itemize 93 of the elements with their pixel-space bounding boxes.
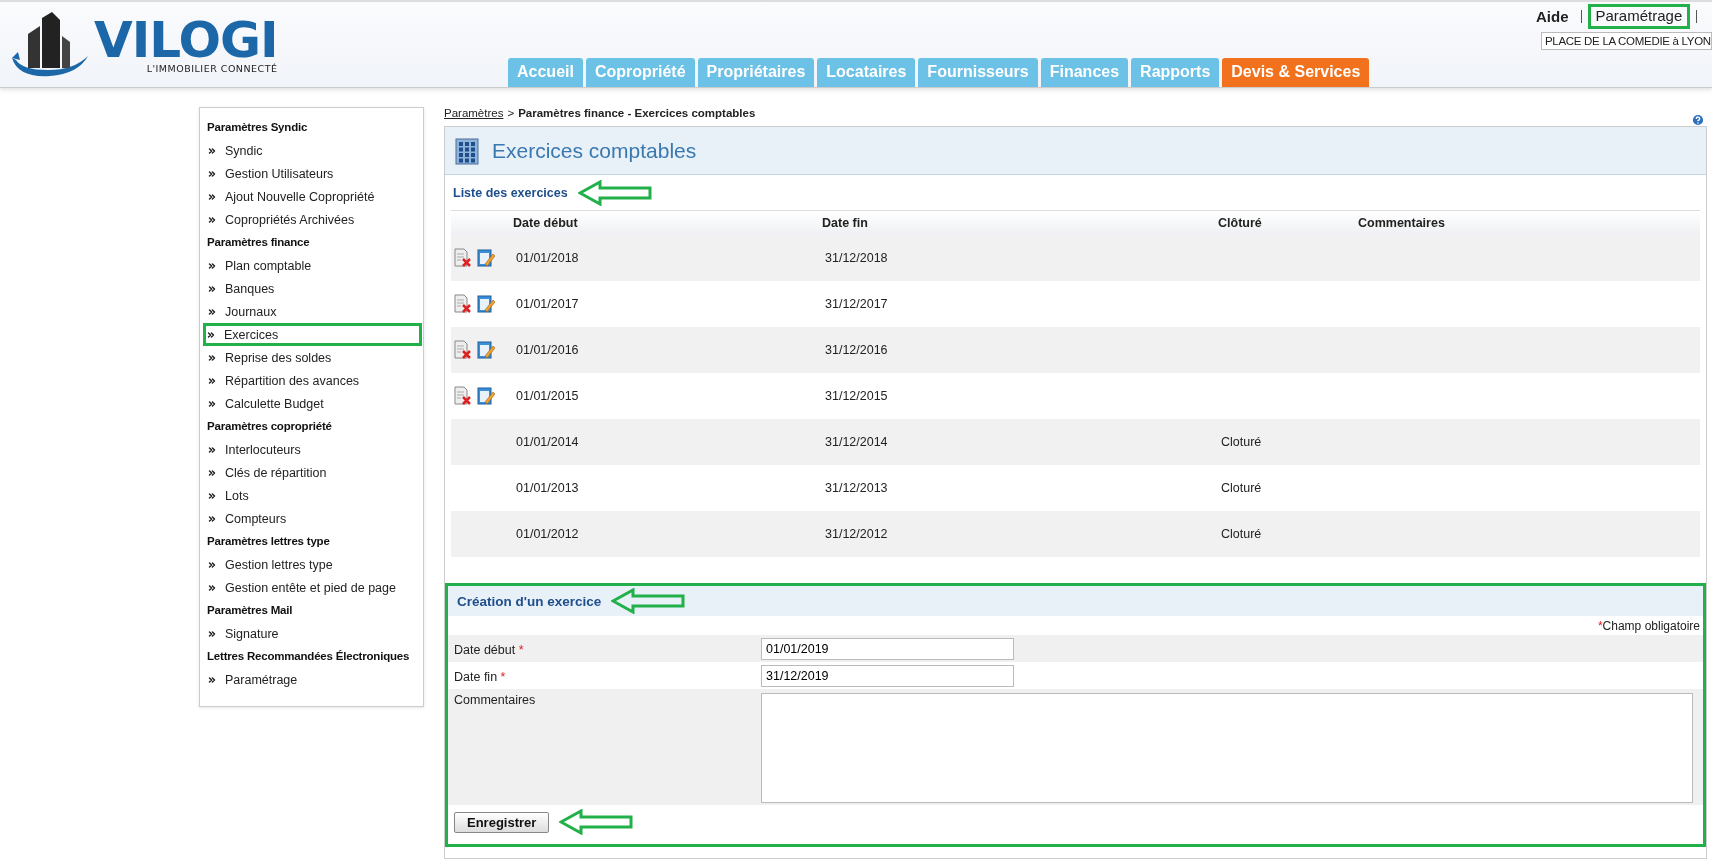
column-header: Commentaires xyxy=(1358,216,1446,230)
sidebar-item[interactable]: Banques xyxy=(205,277,420,300)
sidebar-heading: Lettres Recommandées Électroniques xyxy=(207,649,411,664)
edit-icon[interactable] xyxy=(477,294,495,314)
double-chevron-icon xyxy=(207,513,217,524)
double-chevron-icon xyxy=(207,191,217,202)
column-header: Clôturé xyxy=(1218,216,1263,230)
date-field[interactable]: 01/01/2019 xyxy=(761,637,1014,660)
sidebar-item[interactable]: Signature xyxy=(205,622,420,645)
required-note: *Champ obligatoire xyxy=(1597,618,1700,633)
sidebar-item[interactable]: Copropriétés Archivées xyxy=(205,208,420,231)
table-cell-text: Cloturé xyxy=(1220,435,1263,449)
table-cell-text: 01/01/2013 xyxy=(515,481,580,495)
sidebar-item[interactable]: Plan comptable xyxy=(205,254,420,277)
table-cell-text: 31/12/2015 xyxy=(824,389,889,403)
sidebar-item[interactable]: Syndic xyxy=(205,139,420,162)
table-cell-text: 01/01/2018 xyxy=(515,251,580,265)
delete-document-icon[interactable] xyxy=(454,248,472,268)
double-chevron-icon xyxy=(207,214,217,225)
double-chevron-icon xyxy=(207,375,217,386)
table-cell-text: 31/12/2014 xyxy=(824,435,889,449)
double-chevron-icon xyxy=(207,444,217,455)
table-cell-text: 31/12/2017 xyxy=(824,297,889,311)
double-chevron-icon xyxy=(207,306,217,317)
sidebar-item[interactable]: Gestion entête et pied de page xyxy=(205,576,420,599)
sidebar-item[interactable]: Reprise des soldes xyxy=(205,346,420,369)
sidebar-item[interactable]: Journaux xyxy=(205,300,420,323)
sidebar-item[interactable]: Compteurs xyxy=(205,507,420,530)
sidebar-item[interactable]: Gestion Utilisateurs xyxy=(205,162,420,185)
table-cell-text: 31/12/2012 xyxy=(824,527,889,541)
logo-tagline: L'IMMOBILIER CONNECTÉ xyxy=(146,63,278,74)
double-chevron-icon xyxy=(207,628,217,639)
sidebar-item[interactable]: Lots xyxy=(205,484,420,507)
double-chevron-icon xyxy=(207,145,217,156)
form-title: Création d'un exercice xyxy=(457,593,602,609)
sidebar-heading: Paramètres copropriété xyxy=(207,419,333,434)
double-chevron-icon xyxy=(207,283,217,294)
sidebar-item[interactable]: Paramétrage xyxy=(205,668,420,691)
double-chevron-icon xyxy=(207,260,217,271)
double-chevron-icon xyxy=(207,582,217,593)
table-cell-text: 31/12/2018 xyxy=(824,251,889,265)
column-header: Date fin xyxy=(822,216,869,230)
field-label: Date début * xyxy=(453,641,525,657)
sidebar-heading: Paramètres Syndic xyxy=(207,120,309,135)
edit-icon[interactable] xyxy=(477,386,495,406)
sidebar-heading: Paramètres Mail xyxy=(207,603,294,618)
double-chevron-icon xyxy=(207,674,217,685)
breadcrumb-current: Paramètres finance - Exercices comptables xyxy=(518,107,756,119)
date-field[interactable]: 31/12/2019 xyxy=(761,664,1014,687)
field-label: Date fin * xyxy=(453,668,507,684)
delete-document-icon[interactable] xyxy=(454,340,472,360)
breadcrumb-link[interactable]: Paramètres xyxy=(444,107,504,119)
table-cell-text: 01/01/2016 xyxy=(515,343,580,357)
edit-icon[interactable] xyxy=(477,340,495,360)
location-field[interactable]: PLACE DE LA COMEDIE à LYON xyxy=(1541,32,1712,50)
page-title: Exercices comptables xyxy=(492,138,697,163)
table-cell-text: 01/01/2014 xyxy=(515,435,580,449)
column-header: Date début xyxy=(513,216,579,230)
table-cell-text: 31/12/2016 xyxy=(824,343,889,357)
save-button[interactable]: Enregistrer xyxy=(454,811,550,833)
edit-icon[interactable] xyxy=(477,248,495,268)
double-chevron-icon xyxy=(207,490,217,501)
double-chevron-icon xyxy=(207,168,217,179)
section-title: Liste des exercices xyxy=(453,185,568,200)
table-cell-text: 01/01/2012 xyxy=(515,527,580,541)
sidebar-item[interactable]: Calculette Budget xyxy=(205,392,420,415)
sidebar-heading: Paramètres lettres type xyxy=(207,534,331,549)
sidebar-item[interactable]: Interlocuteurs xyxy=(205,438,420,461)
table-cell-text: Cloturé xyxy=(1220,527,1263,541)
breadcrumb-separator: > xyxy=(507,107,515,119)
sidebar-item[interactable]: Clés de répartition xyxy=(205,461,420,484)
field-label: Commentaires xyxy=(453,692,537,707)
double-chevron-icon xyxy=(206,329,216,340)
table-cell-text: Cloturé xyxy=(1220,481,1263,495)
sidebar-item[interactable]: Ajout Nouvelle Copropriété xyxy=(205,185,420,208)
double-chevron-icon xyxy=(207,398,217,409)
highlighted-sidebar-item[interactable]: Exercices xyxy=(203,323,422,346)
help-icon[interactable] xyxy=(1691,113,1705,127)
sidebar-item[interactable]: Répartition des avances xyxy=(205,369,420,392)
table-cell-text: 31/12/2013 xyxy=(824,481,889,495)
delete-document-icon[interactable] xyxy=(454,294,472,314)
highlighted-link[interactable]: Paramétrage xyxy=(1587,3,1691,29)
comment-field[interactable] xyxy=(761,693,1693,803)
delete-document-icon[interactable] xyxy=(454,386,472,406)
table-cell-text: 01/01/2015 xyxy=(515,389,580,403)
double-chevron-icon xyxy=(207,467,217,478)
sidebar-item[interactable]: Gestion lettres type xyxy=(205,553,420,576)
sidebar-heading: Paramètres finance xyxy=(207,235,311,250)
header-link[interactable]: Aide xyxy=(1530,5,1575,27)
double-chevron-icon xyxy=(207,352,217,363)
building-icon xyxy=(454,136,480,165)
double-chevron-icon xyxy=(207,559,217,570)
table-cell-text: 01/01/2017 xyxy=(515,297,580,311)
